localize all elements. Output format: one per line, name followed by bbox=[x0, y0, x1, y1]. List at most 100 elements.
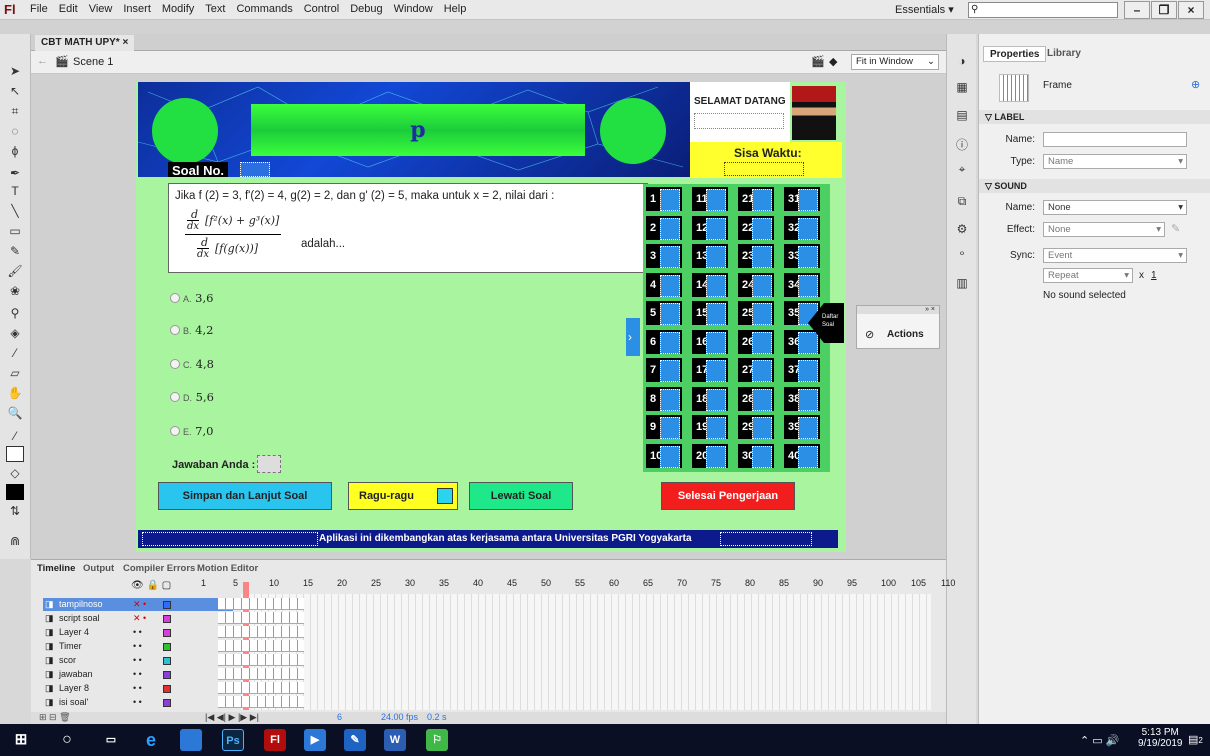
maximize-button[interactable]: ❐ bbox=[1151, 1, 1177, 19]
swap-colors-icon[interactable]: ⇅ bbox=[6, 504, 24, 520]
document-tab[interactable]: CBT MATH UPY* × bbox=[35, 35, 135, 51]
layer-frames[interactable] bbox=[218, 654, 304, 666]
doubt-button[interactable]: Ragu-ragu bbox=[348, 482, 458, 510]
layer-frames[interactable] bbox=[218, 696, 304, 708]
layer-color-swatch[interactable] bbox=[163, 657, 171, 665]
question-number-button[interactable]: 1 bbox=[646, 187, 682, 211]
question-number-button[interactable]: 23 bbox=[738, 244, 774, 268]
layer-frames[interactable] bbox=[218, 682, 304, 694]
skip-button[interactable]: Lewati Soal bbox=[469, 482, 573, 510]
layer-color-swatch[interactable] bbox=[163, 629, 171, 637]
question-number-button[interactable]: 30 bbox=[738, 443, 774, 468]
label-section[interactable]: ▽ LABEL bbox=[979, 110, 1210, 124]
workspace-switcher[interactable]: Essentials ▾ bbox=[895, 3, 954, 16]
question-number-button[interactable]: 28 bbox=[738, 386, 774, 411]
tab-timeline[interactable]: Timeline bbox=[37, 563, 75, 574]
code-snippets-icon[interactable]: ∘ bbox=[953, 246, 971, 262]
layer-color-swatch[interactable] bbox=[163, 685, 171, 693]
timeline-layer[interactable]: ◨ tampilnoso ✕ • bbox=[43, 598, 304, 611]
option-e[interactable]: E. 7,0 bbox=[170, 424, 213, 438]
free-transform-icon[interactable]: ⌗ bbox=[6, 104, 24, 120]
question-number-button[interactable]: 8 bbox=[646, 386, 682, 411]
question-number-button[interactable]: 4 bbox=[646, 272, 682, 297]
actions-panel[interactable]: » × ⊘ Actions bbox=[856, 305, 940, 349]
swatches-icon[interactable]: ◑ bbox=[953, 54, 971, 70]
word-icon[interactable]: W bbox=[384, 729, 406, 751]
brush-tool-icon[interactable]: 🖌 bbox=[6, 264, 24, 280]
question-number-button[interactable]: 34 bbox=[784, 272, 820, 297]
doubt-checkbox[interactable] bbox=[437, 488, 453, 504]
question-number-button[interactable]: 9 bbox=[646, 415, 682, 439]
grid-toggle-arrow[interactable]: › bbox=[626, 318, 640, 356]
layer-visibility[interactable]: ✕ • bbox=[133, 598, 146, 611]
question-number-button[interactable]: 15 bbox=[692, 301, 728, 325]
menu-edit[interactable]: Edit bbox=[59, 3, 78, 15]
question-number-button[interactable]: 13 bbox=[692, 244, 728, 268]
edit-sound-icon[interactable]: ✎ bbox=[1171, 222, 1180, 235]
start-icon[interactable]: ⊞ bbox=[10, 729, 32, 751]
zoom-select[interactable]: Fit in Window ⌄ bbox=[851, 54, 939, 70]
daftar-soal-button[interactable]: Daftar Soal bbox=[808, 303, 844, 343]
question-number-button[interactable]: 20 bbox=[692, 443, 728, 468]
finish-button[interactable]: Selesai Pengerjaan bbox=[661, 482, 795, 510]
option-d[interactable]: D. 5,6 bbox=[170, 390, 214, 404]
stroke-color-icon[interactable]: ⁄ bbox=[6, 429, 24, 445]
layer-color-swatch[interactable] bbox=[163, 643, 171, 651]
layer-visibility[interactable]: • • bbox=[133, 668, 142, 681]
selection-tool-icon[interactable]: ➤ bbox=[6, 64, 24, 80]
motion-presets-icon[interactable]: ⚙ bbox=[953, 222, 971, 238]
question-number-button[interactable]: 39 bbox=[784, 415, 820, 439]
option-c[interactable]: C. 4,8 bbox=[170, 357, 214, 371]
menu-help[interactable]: Help bbox=[444, 3, 467, 15]
question-number-button[interactable]: 21 bbox=[738, 187, 774, 211]
question-number-button[interactable]: 31 bbox=[784, 187, 820, 211]
type-select[interactable]: Name ▾ bbox=[1043, 154, 1187, 169]
question-number-button[interactable]: 17 bbox=[692, 358, 728, 382]
name-field[interactable] bbox=[1043, 132, 1187, 147]
radio-c[interactable] bbox=[170, 359, 180, 369]
search-icon[interactable]: ○ bbox=[56, 729, 78, 751]
fill-color-icon[interactable]: ◇ bbox=[6, 466, 24, 482]
question-number-button[interactable]: 22 bbox=[738, 215, 774, 240]
color-icon[interactable]: ▤ bbox=[953, 108, 971, 124]
tab-output[interactable]: Output bbox=[83, 563, 114, 574]
question-number-button[interactable]: 37 bbox=[784, 358, 820, 382]
question-number-button[interactable]: 24 bbox=[738, 272, 774, 297]
layer-frames[interactable] bbox=[218, 640, 304, 652]
eraser-tool-icon[interactable]: ▱ bbox=[6, 366, 24, 382]
timeline-layer[interactable]: ◨ isi soal' • • bbox=[43, 696, 304, 709]
photoshop-icon[interactable]: Ps bbox=[222, 729, 244, 751]
back-arrow-icon[interactable]: ← bbox=[37, 55, 48, 67]
timeline-layer[interactable]: ◨ jawaban • • bbox=[43, 668, 304, 681]
help-icon[interactable]: ⊕ bbox=[1191, 78, 1200, 91]
layer-frames[interactable] bbox=[218, 612, 304, 624]
flash-icon[interactable]: Fl bbox=[264, 729, 286, 751]
tab-library[interactable]: Library bbox=[1041, 46, 1087, 62]
layer-visibility[interactable]: ✕ • bbox=[133, 612, 146, 625]
layer-color-swatch[interactable] bbox=[163, 601, 171, 609]
question-number-button[interactable]: 38 bbox=[784, 386, 820, 411]
sound-name-select[interactable]: None ▾ bbox=[1043, 200, 1187, 215]
bone-tool-icon[interactable]: ⚲ bbox=[6, 306, 24, 322]
question-number-button[interactable]: 18 bbox=[692, 386, 728, 411]
new-layer-icon[interactable]: ⊞ ⊟ 🗑 bbox=[39, 712, 71, 723]
subselection-tool-icon[interactable]: ↖ bbox=[6, 84, 24, 100]
layer-frames[interactable] bbox=[218, 668, 304, 680]
deco-tool-icon[interactable]: ❀ bbox=[6, 284, 24, 300]
timeline-layer[interactable]: ◨ Layer 4 • • bbox=[43, 626, 304, 639]
radio-b[interactable] bbox=[170, 325, 180, 335]
edge-icon[interactable]: e bbox=[140, 729, 162, 751]
sync-select[interactable]: Event ▾ bbox=[1043, 248, 1187, 263]
clock[interactable]: 5:13 PM 9/19/2019 bbox=[1138, 727, 1183, 749]
radio-a[interactable] bbox=[170, 293, 180, 303]
question-number-button[interactable]: 7 bbox=[646, 358, 682, 382]
menu-window[interactable]: Window bbox=[394, 3, 433, 15]
task-view-icon[interactable]: ▭ bbox=[100, 729, 122, 751]
radio-d[interactable] bbox=[170, 392, 180, 402]
layer-color-swatch[interactable] bbox=[163, 699, 171, 707]
question-number-button[interactable]: 26 bbox=[738, 329, 774, 354]
timeline-layer[interactable]: ◨ Layer 8 • • bbox=[43, 682, 304, 695]
question-number-button[interactable]: 2 bbox=[646, 215, 682, 240]
question-number-button[interactable]: 14 bbox=[692, 272, 728, 297]
question-number-button[interactable]: 27 bbox=[738, 358, 774, 382]
